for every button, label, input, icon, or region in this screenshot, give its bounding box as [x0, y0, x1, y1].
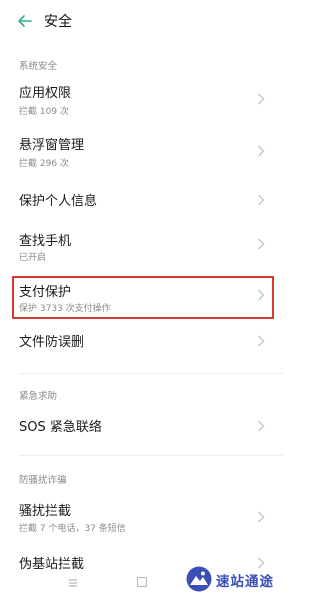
chevron-right-icon	[258, 420, 265, 432]
chevron-right-icon	[258, 145, 265, 157]
watermark-text: 速站通途	[216, 574, 274, 590]
watermark: 速站通途	[186, 565, 280, 595]
chevron-right-icon	[258, 335, 265, 347]
chevron-right-icon	[258, 194, 265, 206]
section-label-anti-harassment: 防骚扰诈骗	[19, 475, 67, 486]
list-item-payment-protection[interactable]: 支付保护 保护 3733 次支付操作	[0, 276, 283, 319]
list-item-file-protection[interactable]: 文件防误删	[0, 322, 283, 362]
section-label-emergency: 紧急求助	[19, 391, 58, 402]
chevron-right-icon	[258, 93, 265, 105]
row-title: 悬浮窗管理	[19, 138, 85, 153]
row-subtitle: 保护 3733 次支付操作	[19, 304, 111, 314]
chevron-right-icon	[258, 289, 265, 301]
list-item-floating-window[interactable]: 悬浮窗管理 拦截 296 次	[0, 128, 283, 174]
row-title: SOS 紧急联络	[19, 420, 102, 435]
section-label-system-security: 系统安全	[19, 61, 58, 72]
chevron-right-icon	[258, 238, 265, 250]
list-item-find-phone[interactable]: 查找手机 已开启	[0, 224, 283, 270]
home-square-icon[interactable]	[137, 577, 147, 587]
row-subtitle: 已开启	[19, 253, 47, 263]
divider	[19, 373, 283, 374]
mountain-logo-icon	[186, 566, 212, 592]
chevron-right-icon	[258, 511, 265, 523]
app-header: 安全	[0, 0, 283, 44]
row-title: 支付保护	[19, 285, 72, 300]
row-title: 骚扰拦截	[19, 504, 72, 519]
row-subtitle: 拦截 7 个电话，37 条短信	[19, 524, 126, 534]
list-item-app-permissions[interactable]: 应用权限 拦截 109 次	[0, 76, 283, 122]
row-title: 保护个人信息	[19, 194, 98, 209]
row-subtitle: 拦截 109 次	[19, 107, 69, 117]
list-item-protect-personal-info[interactable]: 保护个人信息	[0, 182, 283, 222]
divider	[19, 455, 283, 456]
back-arrow-icon[interactable]	[16, 12, 34, 30]
menu-icon[interactable]	[68, 578, 78, 588]
row-title: 应用权限	[19, 86, 72, 101]
row-title: 查找手机	[19, 234, 72, 249]
row-title: 文件防误删	[19, 335, 85, 350]
list-item-harassment-block[interactable]: 骚扰拦截 拦截 7 个电话，37 条短信	[0, 494, 283, 540]
row-subtitle: 拦截 296 次	[19, 159, 69, 169]
list-item-sos-contact[interactable]: SOS 紧急联络	[0, 406, 283, 446]
page-title: 安全	[44, 14, 72, 30]
